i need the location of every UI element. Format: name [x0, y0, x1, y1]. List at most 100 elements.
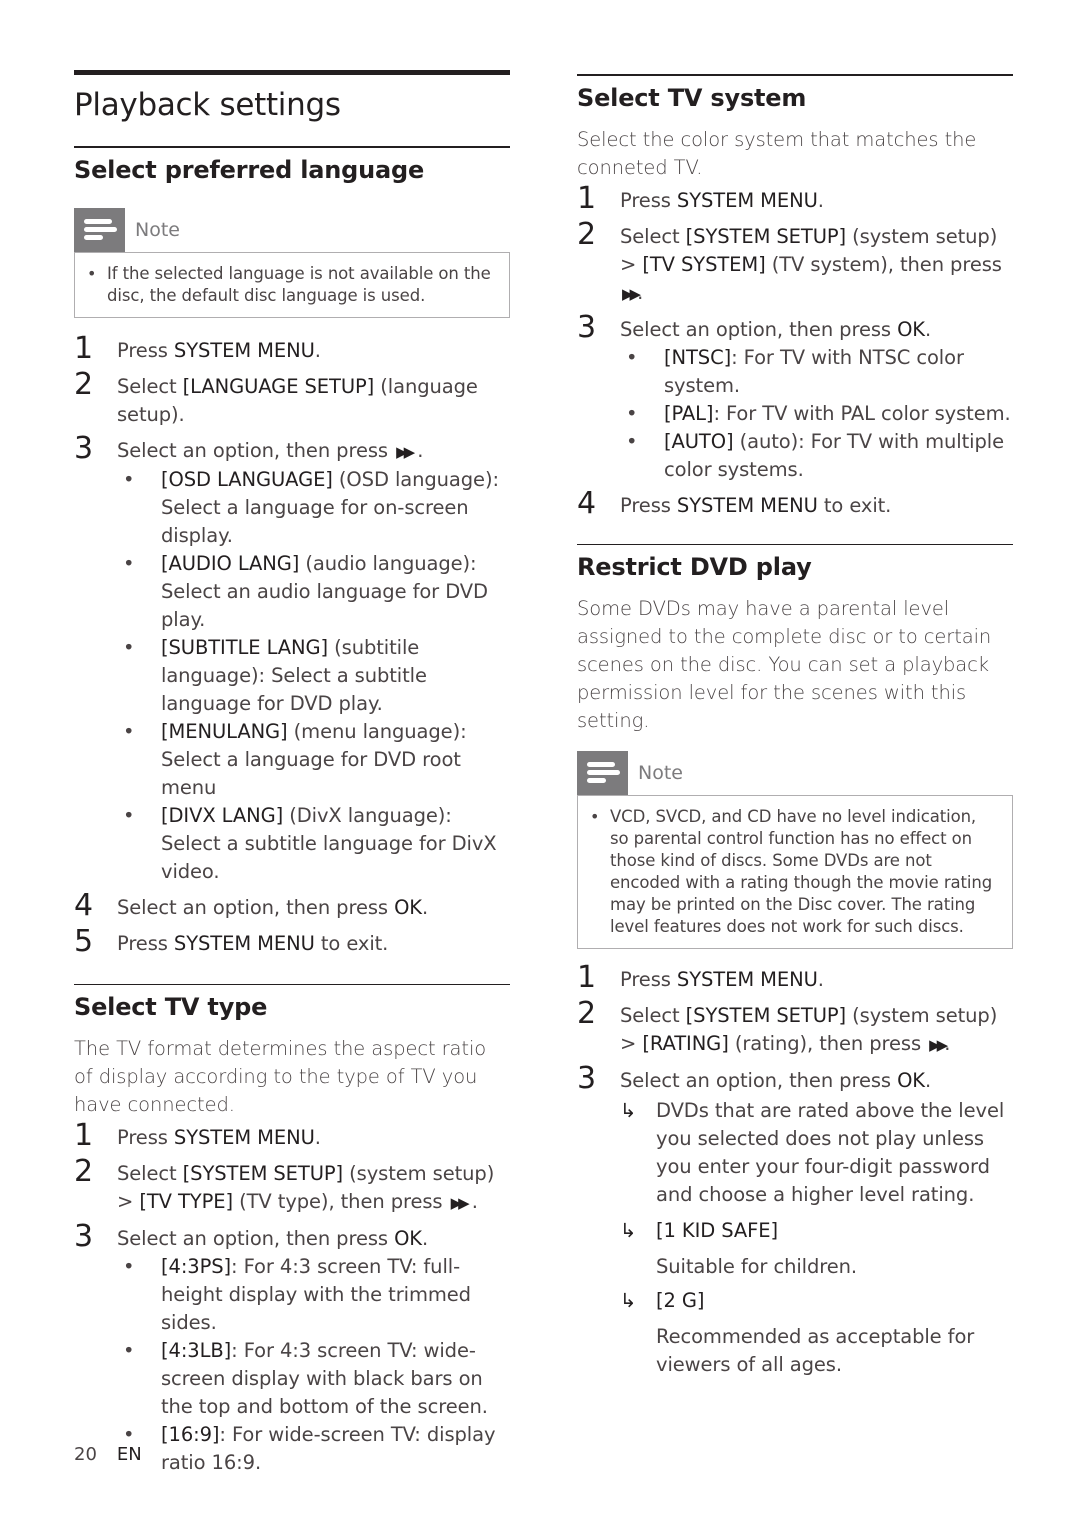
result-item: ↳ [2 G] [620, 1287, 1013, 1315]
step-number: 1 [74, 330, 93, 366]
step-text: Press SYSTEM MENU to exit. [117, 931, 389, 955]
result-arrow-icon: ↳ [620, 1219, 637, 1242]
step-text: Press SYSTEM MENU. [117, 1126, 321, 1149]
step: 2 Select [SYSTEM SETUP] (system setup) >… [577, 216, 1013, 308]
step-number: 5 [74, 923, 93, 959]
result-arrow-icon: ↳ [620, 1099, 637, 1122]
option-item: • [NTSC]: For TV with NTSC color system. [626, 345, 964, 397]
step-text: Select an option, then press OK. [117, 895, 429, 919]
fast-forward-icon: ▶▶ [929, 1036, 948, 1054]
title-rule [74, 70, 510, 75]
section-title-language: Select preferred language [74, 155, 425, 184]
step-text: Select an option, then press OK. ↳ DVDs … [620, 1064, 1013, 1385]
steps-tv-type: 1 Press SYSTEM MENU. 2 Select [SYSTEM SE… [74, 1121, 510, 1477]
step: 4 Select an option, then press OK. [74, 887, 510, 923]
step-number: 3 [577, 1061, 596, 1096]
step-number: 2 [74, 366, 93, 402]
step: 2 Select [LANGUAGE SETUP] (language setu… [74, 366, 510, 429]
step-number: 3 [74, 1219, 93, 1254]
option-item: • [AUDIO LANG] (audio language): Select a… [123, 551, 488, 631]
note-header: Note [577, 751, 1013, 795]
step: 3 Select an option, then press OK. ↳ DVD… [577, 1064, 1013, 1385]
step: 2 Select [SYSTEM SETUP] (system setup) >… [577, 999, 1013, 1059]
note-text: VCD, SVCD, and CD have no level indicati… [610, 807, 993, 936]
section-title-restrict: Restrict DVD play [577, 553, 812, 581]
step-number: 2 [74, 1154, 93, 1189]
language-code: EN [116, 1444, 142, 1465]
intro-tv-type: The TV format determines the aspect rati… [74, 1037, 487, 1116]
fast-forward-icon: ▶▶ [450, 1194, 470, 1212]
right-column: Select TV system Select the color system… [577, 74, 1013, 1385]
note-box: • If the selected language is not availa… [74, 251, 510, 318]
steps-restrict: 1 Press SYSTEM MENU. 2 Select [SYSTEM SE… [577, 963, 1013, 1385]
step-text: Select an option, then press ▶▶ . • [OSD … [117, 434, 510, 891]
step-number: 1 [577, 180, 596, 216]
note-language: Note • If the selected language is not a… [74, 207, 510, 318]
step-number: 4 [577, 485, 596, 521]
option-item: • [SUBTITLE LANG] (subtitile language): S… [123, 635, 427, 715]
option-item: • [DIVX LANG] (DivX language): Select a s… [123, 803, 497, 883]
step-number: 1 [577, 960, 596, 995]
step-text: Select an option, then press OK. • [NTSC]… [620, 313, 1013, 489]
step-text: Press SYSTEM MENU to exit. [620, 493, 892, 517]
section-rule [577, 74, 1013, 76]
step-number: 2 [577, 216, 596, 252]
note-header: Note [74, 207, 510, 252]
steps-language: 1 Press SYSTEM MENU. 2 Select [LANGUAGE … [74, 330, 510, 959]
step-text: Select [SYSTEM SETUP] (system setup) > [… [117, 1162, 495, 1213]
bullet: • [590, 807, 600, 826]
option-item: • [PAL]: For TV with PAL color system. [626, 401, 1011, 425]
result-item: ↳ [1 KID SAFE] [620, 1217, 1013, 1245]
rating-option: [1 KID SAFE] [656, 1219, 778, 1242]
section-rule [577, 543, 1013, 545]
note-restrict: Note • VCD, SVCD, and CD have no level i… [577, 751, 1013, 949]
option-item: • [4:3LB]: For 4:3 screen TV: wide-screen… [123, 1339, 488, 1418]
page-footer: 20 EN [74, 1444, 142, 1465]
section-title-tv-system: Select TV system [577, 83, 807, 112]
note-box: • VCD, SVCD, and CD have no level indica… [577, 795, 1013, 949]
note-text: If the selected language is not availabl… [107, 263, 491, 305]
step-text: Select [SYSTEM SETUP] (system setup) > [… [620, 1004, 998, 1055]
option-item: • [16:9]: For wide-screen TV: display rat… [123, 1423, 496, 1474]
option-item: • [MENULANG] (menu language): Select a la… [123, 719, 467, 799]
step: 1 Press SYSTEM MENU. [577, 180, 1013, 216]
note-icon [577, 751, 628, 795]
result-arrow-icon: ↳ [620, 1289, 637, 1312]
step-text: Select [LANGUAGE SETUP] (language setup)… [117, 374, 478, 426]
fast-forward-icon: ▶▶ [622, 284, 641, 303]
option-item: • [4:3PS]: For 4:3 screen TV: full-height… [123, 1255, 471, 1334]
step-text: Press SYSTEM MENU. [620, 968, 824, 991]
step-number: 3 [74, 430, 93, 466]
step: 3 Select an option, then press ▶▶ . • [OS… [74, 430, 510, 891]
step-number: 3 [577, 309, 596, 345]
result-item: ↳ DVDs that are rated above the level yo… [620, 1097, 1013, 1209]
bullet: • [87, 263, 97, 283]
rating-description: Suitable for children. [656, 1255, 857, 1278]
section-rule [74, 983, 510, 985]
left-column: Playback settings Select preferred langu… [74, 70, 510, 1477]
step: 4 Press SYSTEM MENU to exit. [577, 485, 1013, 521]
step: 5 Press SYSTEM MENU to exit. [74, 923, 510, 959]
note-icon [74, 207, 125, 252]
intro-restrict: Some DVDs may have a parental level assi… [577, 597, 992, 732]
note-label: Note [135, 218, 180, 241]
rating-option: [2 G] [656, 1289, 705, 1312]
step: 1 Press SYSTEM MENU. [74, 1121, 510, 1152]
step-number: 2 [577, 996, 596, 1031]
page-number: 20 [74, 1444, 97, 1465]
step-text: Select an option, then press OK. • [4:3PS… [117, 1222, 510, 1477]
intro-tv-system: Select the color system that matches the… [577, 127, 977, 179]
step: 3 Select an option, then press OK. • [4:3… [74, 1222, 510, 1477]
option-item: • [AUTO] (auto): For TV with multiple col… [626, 429, 1004, 481]
step-text: Select [SYSTEM SETUP] (system setup) > [… [620, 224, 1002, 304]
section-rule [74, 146, 510, 148]
step-text: Press SYSTEM MENU. [620, 188, 824, 212]
page-title: Playback settings [74, 87, 341, 123]
step: 2 Select [SYSTEM SETUP] (system setup) >… [74, 1157, 510, 1217]
rating-description: Recommended as acceptable for viewers of… [656, 1325, 975, 1376]
step: 1 Press SYSTEM MENU. [74, 330, 510, 366]
note-label: Note [638, 762, 683, 784]
step-number: 4 [74, 887, 93, 923]
steps-tv-system: 1 Press SYSTEM MENU. 2 Select [SYSTEM SE… [577, 180, 1013, 521]
step-number: 1 [74, 1118, 93, 1153]
